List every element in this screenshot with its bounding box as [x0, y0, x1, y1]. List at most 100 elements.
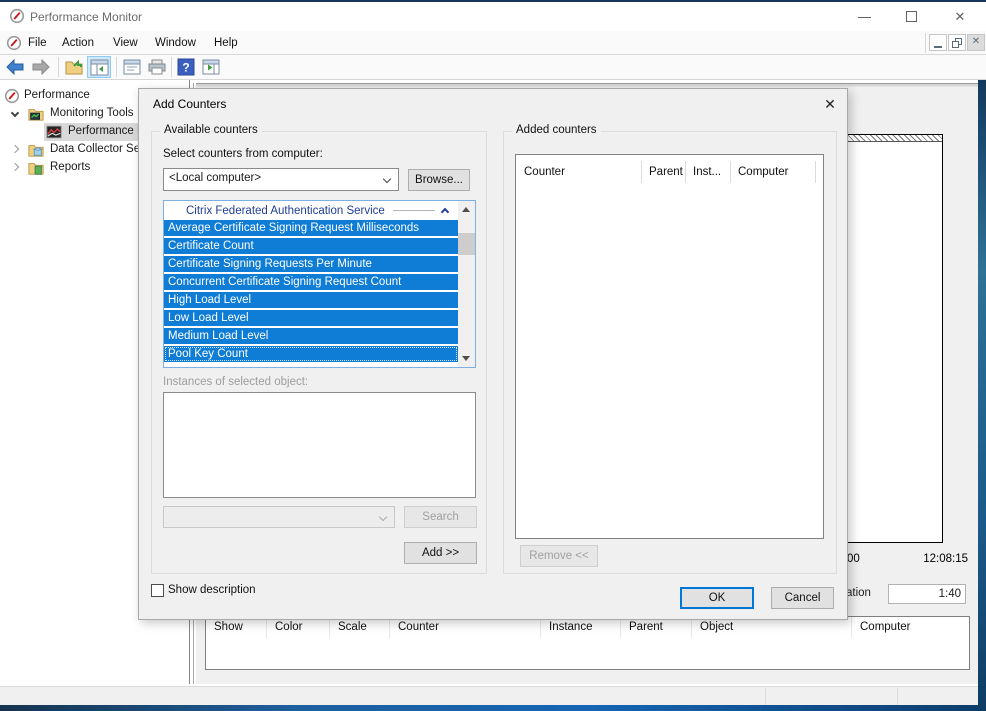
forward-icon: [31, 58, 51, 76]
chevron-down-icon: [383, 175, 391, 183]
properties-icon: [122, 58, 142, 76]
properties-button[interactable]: [120, 56, 144, 78]
back-button[interactable]: [3, 56, 27, 78]
available-counters-label: Available counters: [160, 124, 262, 136]
counter-list-scrollbar[interactable]: [458, 201, 475, 367]
mdi-close-button[interactable]: ✕: [967, 34, 985, 51]
title-bar: Performance Monitor ✕: [0, 2, 986, 31]
dialog-close-button[interactable]: ✕: [817, 93, 843, 115]
show-description-label[interactable]: Show description: [168, 584, 256, 596]
added-col-counter[interactable]: Counter: [517, 161, 642, 183]
ok-button[interactable]: OK: [680, 587, 754, 609]
scrollbar-thumb[interactable]: [458, 233, 475, 255]
available-counters-group: Available counters Select counters from …: [151, 131, 487, 574]
scroll-down-icon: [462, 356, 470, 361]
browse-button[interactable]: Browse...: [408, 169, 470, 191]
added-col-parent[interactable]: Parent: [642, 161, 686, 183]
legend-col-parent[interactable]: Parent: [621, 617, 692, 638]
select-computer-label: Select counters from computer:: [163, 148, 323, 160]
status-bar: [0, 686, 986, 705]
legend-header-row: Show Color Scale Counter Instance Parent…: [206, 617, 969, 638]
menu-view[interactable]: View: [113, 35, 138, 51]
legend-col-show[interactable]: Show: [206, 617, 267, 638]
expander-closed-icon[interactable]: [11, 163, 19, 171]
print-icon: [147, 58, 167, 76]
mdi-restore-button[interactable]: [948, 34, 966, 51]
counter-rows: Average Certificate Signing Request Mill…: [164, 220, 458, 367]
legend-col-color[interactable]: Color: [267, 617, 330, 638]
add-button[interactable]: Add >>: [404, 542, 477, 564]
monitoring-tools-folder-icon: [28, 106, 44, 122]
menu-file[interactable]: File: [28, 35, 47, 51]
scroll-up-button[interactable]: [458, 201, 475, 218]
menu-separator: [925, 33, 926, 53]
expander-open-icon[interactable]: [11, 109, 19, 117]
export-icon: [64, 58, 84, 76]
performance-monitor-window: Performance Monitor ✕ File Action View W…: [0, 0, 986, 711]
legend-col-instance[interactable]: Instance: [541, 617, 621, 638]
collapse-chevron-icon[interactable]: [441, 208, 449, 216]
minimize-button[interactable]: [845, 2, 885, 31]
counter-group-header[interactable]: Citrix Federated Authentication Service: [164, 201, 458, 220]
instance-search-combobox: [163, 506, 395, 528]
counter-row[interactable]: Certificate Signing Requests Per Minute: [164, 256, 458, 272]
counter-row[interactable]: High Load Level: [164, 292, 458, 308]
mdi-minimize-icon: [934, 46, 942, 48]
export-button[interactable]: [62, 56, 86, 78]
added-col-instance[interactable]: Inst...: [686, 161, 731, 183]
new-window-icon: [201, 58, 221, 76]
menu-help[interactable]: Help: [214, 35, 238, 51]
legend-col-computer[interactable]: Computer: [852, 617, 969, 638]
counter-row[interactable]: Concurrent Certificate Signing Request C…: [164, 274, 458, 290]
mdi-restore-icon-front: [952, 41, 959, 48]
expander-closed-icon[interactable]: [11, 145, 19, 153]
counter-row[interactable]: Medium Load Level: [164, 328, 458, 344]
legend-col-counter[interactable]: Counter: [390, 617, 541, 638]
counter-row[interactable]: Low Load Level: [164, 310, 458, 326]
menu-window[interactable]: Window: [155, 35, 196, 51]
dialog-title: Add Counters: [153, 97, 226, 111]
toolbar-separator: [116, 57, 117, 77]
scroll-down-button[interactable]: [458, 350, 475, 367]
counter-row[interactable]: Pool Key Count: [164, 346, 458, 362]
status-separator: [897, 688, 898, 706]
menu-bar: File Action View Window Help ✕: [0, 31, 986, 55]
maximize-icon: [906, 11, 917, 22]
legend-col-scale[interactable]: Scale: [330, 617, 390, 638]
console-tree-button[interactable]: [87, 56, 111, 78]
print-button[interactable]: [145, 56, 169, 78]
forward-button[interactable]: [29, 56, 53, 78]
maximize-button[interactable]: [892, 2, 932, 31]
instances-label: Instances of selected object:: [163, 376, 308, 388]
duration-label-partial: ation: [846, 587, 871, 599]
graph-time-label-end: 12:08:15: [900, 553, 968, 565]
performance-monitor-icon: [46, 124, 62, 140]
show-description-checkbox[interactable]: [151, 584, 164, 597]
help-button[interactable]: ?: [175, 56, 199, 78]
tree-label: Monitoring Tools: [50, 107, 134, 119]
dialog-close-icon: ✕: [824, 96, 836, 112]
instances-listbox[interactable]: [163, 392, 476, 498]
added-counters-table: Counter Parent Inst... Computer: [515, 154, 824, 539]
toolbar-separator: [171, 57, 172, 77]
data-collector-sets-folder-icon: [28, 142, 44, 158]
close-button[interactable]: ✕: [940, 2, 980, 31]
counter-row[interactable]: Certificate Count: [164, 238, 458, 254]
tree-label: Data Collector Sets: [50, 143, 149, 155]
mdi-minimize-button[interactable]: [929, 34, 947, 51]
counter-row[interactable]: Average Certificate Signing Request Mill…: [164, 220, 458, 236]
reports-folder-icon: [28, 160, 44, 176]
new-window-button[interactable]: [199, 56, 223, 78]
cancel-button[interactable]: Cancel: [771, 587, 834, 609]
minimize-icon: [858, 17, 871, 18]
tree-label: Reports: [50, 161, 90, 173]
added-counters-label: Added counters: [512, 124, 601, 136]
added-col-computer[interactable]: Computer: [731, 161, 816, 183]
help-icon: ?: [177, 58, 195, 76]
computer-combobox[interactable]: <Local computer>: [163, 168, 399, 191]
legend-col-object[interactable]: Object: [692, 617, 852, 638]
perfmon-node-icon: [4, 88, 20, 104]
available-counter-list: Citrix Federated Authentication Service …: [163, 200, 476, 368]
menu-action[interactable]: Action: [62, 35, 94, 51]
chevron-down-icon: [379, 513, 387, 521]
